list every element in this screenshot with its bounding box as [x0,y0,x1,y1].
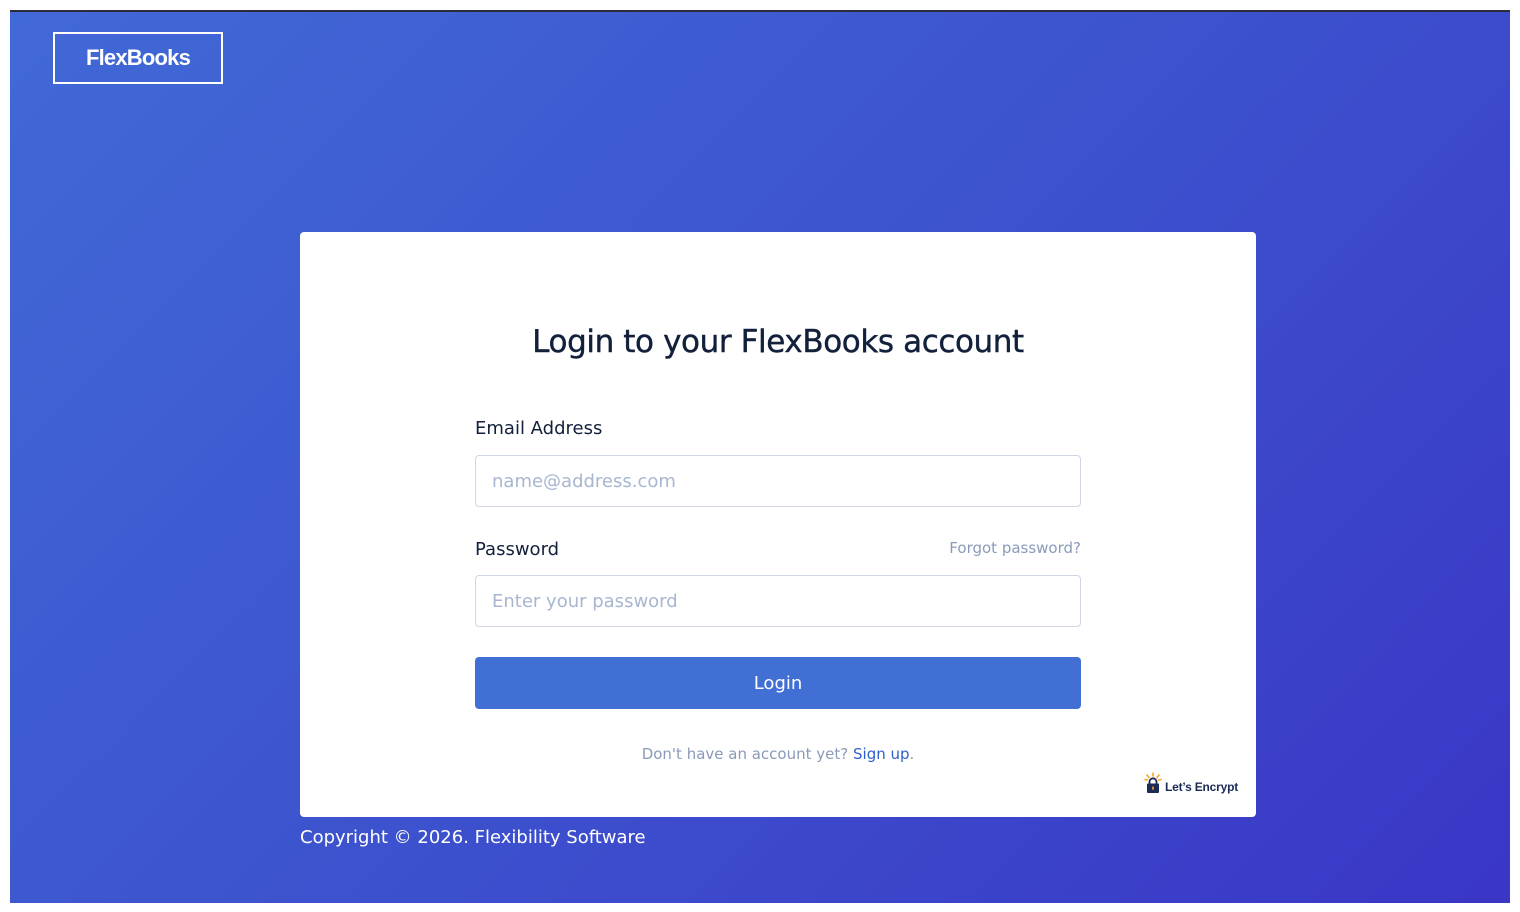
signup-link[interactable]: Sign up [853,745,910,763]
login-card: Login to your FlexBooks account Email Ad… [300,232,1256,817]
signup-prompt: Don't have an account yet? Sign up. [300,745,1256,763]
password-label: Password [475,539,560,560]
forgot-password-link[interactable]: Forgot password? [949,539,1081,557]
email-field[interactable] [475,455,1081,507]
page-title: Login to your FlexBooks account [532,324,1024,360]
logo-text: FlexBooks [85,45,191,70]
copyright-footer: Copyright © 2026. Flexibility Software [300,827,646,848]
password-field[interactable] [475,575,1081,627]
signup-prompt-text: Don't have an account yet? [641,745,849,763]
login-button[interactable]: Login [475,657,1081,709]
lets-encrypt-icon [1144,772,1162,793]
lets-encrypt-badge: Let’s Encrypt [1144,772,1238,794]
lets-encrypt-text: Let’s Encrypt [1165,780,1238,794]
flexbooks-logo[interactable]: FlexBooks [53,32,223,84]
email-label: Email Address [475,418,603,439]
page-background: FlexBooks Login to your FlexBooks accoun… [10,10,1510,903]
signup-suffix: . [909,745,915,763]
